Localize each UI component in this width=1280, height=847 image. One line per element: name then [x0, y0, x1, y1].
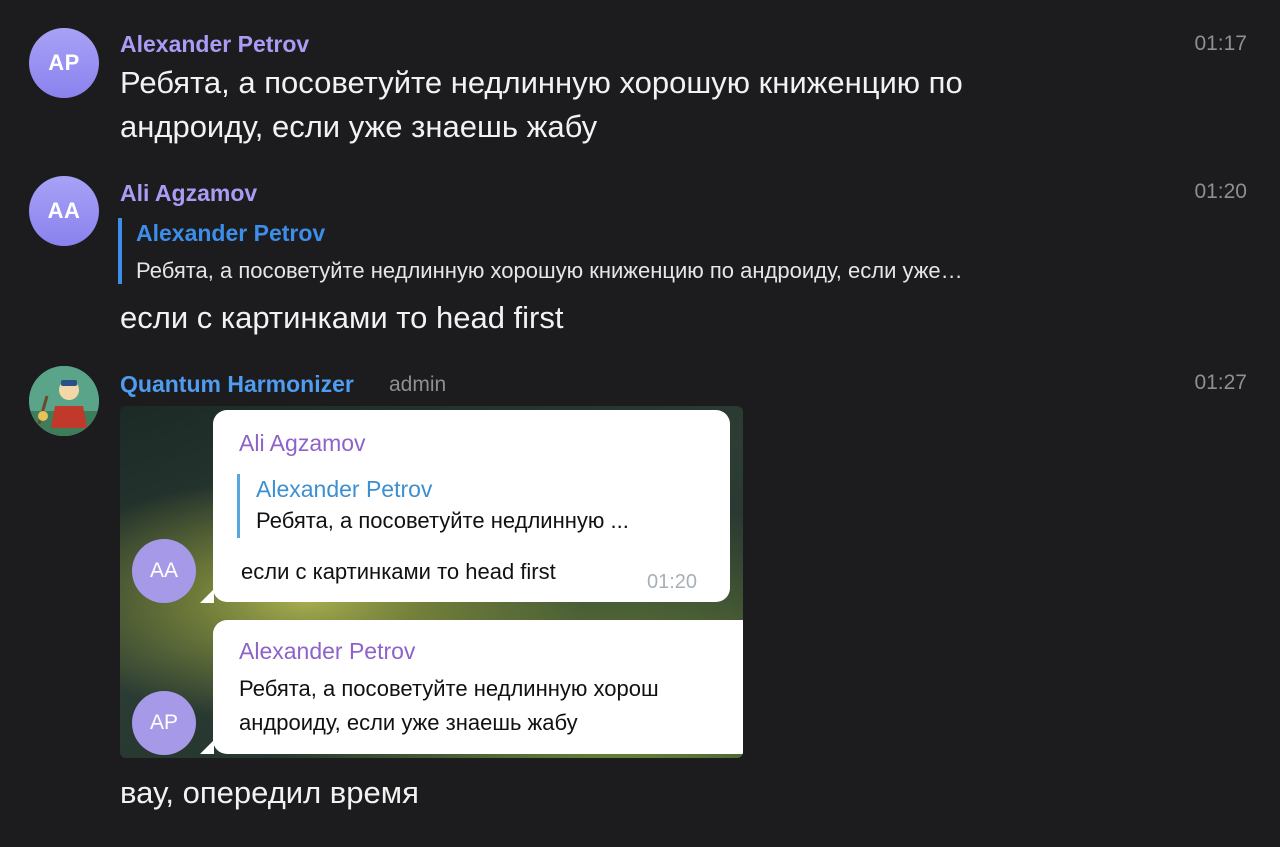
message-sender[interactable]: Quantum Harmonizer — [120, 371, 354, 398]
bubble-text: если с картинками то head first — [241, 559, 556, 584]
message-text: если с картинками то head first — [120, 300, 564, 335]
avatar[interactable]: AA — [29, 176, 99, 246]
bubble-reply-quote: Alexander Petrov Ребята, а посоветуйте н… — [237, 474, 629, 538]
avatar: AA — [132, 539, 196, 603]
message-bubble: Alexander Petrov Ребята, а посоветуйте н… — [213, 620, 743, 754]
message-time: 01:20 — [1194, 180, 1247, 203]
reply-text: Ребята, а посоветуйте недлинную хорошую … — [136, 258, 963, 283]
message-time: 01:27 — [1194, 371, 1247, 394]
message-text: вау, опередил время — [120, 775, 419, 810]
message-text: Ребята, а посоветуйте недлинную хорошую … — [120, 65, 963, 100]
message-time: 01:17 — [1194, 32, 1247, 55]
bubble-sender: Alexander Petrov — [239, 638, 416, 664]
message-sender[interactable]: Alexander Petrov — [120, 31, 309, 58]
reply-sender: Alexander Petrov — [136, 220, 326, 246]
bubble-reply-sender: Alexander Petrov — [256, 476, 433, 502]
message-sender[interactable]: Ali Agzamov — [120, 180, 257, 207]
bubble-sender: Ali Agzamov — [239, 430, 366, 456]
admin-badge: admin — [389, 373, 447, 396]
avatar[interactable] — [29, 366, 99, 436]
reply-quote[interactable]: Alexander Petrov Ребята, а посоветуйте н… — [118, 218, 1158, 284]
avatar[interactable]: AP — [29, 28, 99, 98]
bubble-time: 01:20 — [647, 571, 698, 593]
screenshot-image[interactable]: AA Ali Agzamov Alexander Petrov Ребята, … — [120, 406, 743, 758]
bubble-text: андроиду, если уже знаешь жабу — [239, 710, 578, 735]
message-bubble: Ali Agzamov Alexander Petrov Ребята, а п… — [213, 410, 730, 602]
bubble-tail — [200, 740, 214, 754]
chat-history: AP Alexander Petrov 01:17 Ребята, а посо… — [0, 0, 1280, 847]
bubble-reply-text: Ребята, а посоветуйте недлинную ... — [256, 508, 629, 533]
avatar: AP — [132, 691, 196, 755]
bubble-text: Ребята, а посоветуйте недлинную хорош — [239, 676, 659, 701]
bubble-tail — [200, 589, 214, 603]
message-text: андроиду, если уже знаешь жабу — [120, 109, 598, 144]
avatar-cartoon-icon — [29, 366, 99, 436]
